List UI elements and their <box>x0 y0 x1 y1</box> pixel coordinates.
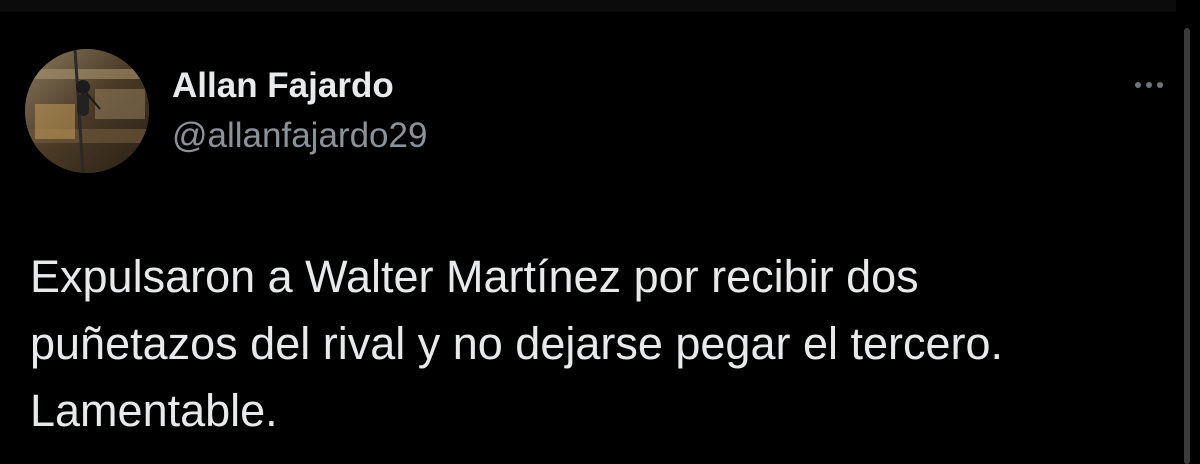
ellipsis-dot <box>1135 82 1141 88</box>
more-options-button[interactable] <box>1126 70 1172 100</box>
author-handle[interactable]: @allanfajardo29 <box>172 114 427 158</box>
scrollbar[interactable] <box>1176 0 1200 464</box>
author-display-name[interactable]: Allan Fajardo <box>172 64 394 108</box>
ellipsis-dot <box>1157 82 1163 88</box>
avatar[interactable] <box>25 49 149 173</box>
ellipsis-dot <box>1146 82 1152 88</box>
top-bar <box>0 0 1200 12</box>
tweet-text-line: Expulsaron a Walter Martínez por recibir… <box>30 251 919 302</box>
avatar-image <box>25 49 149 173</box>
scrollbar-thumb[interactable] <box>1184 28 1190 464</box>
tweet-text: Expulsaron a Walter Martínez por recibir… <box>30 243 1150 444</box>
tweet-text-line: Lamentable. <box>30 385 278 436</box>
tweet-text-line: puñetazos del rival y no dejarse pegar e… <box>30 318 1004 369</box>
